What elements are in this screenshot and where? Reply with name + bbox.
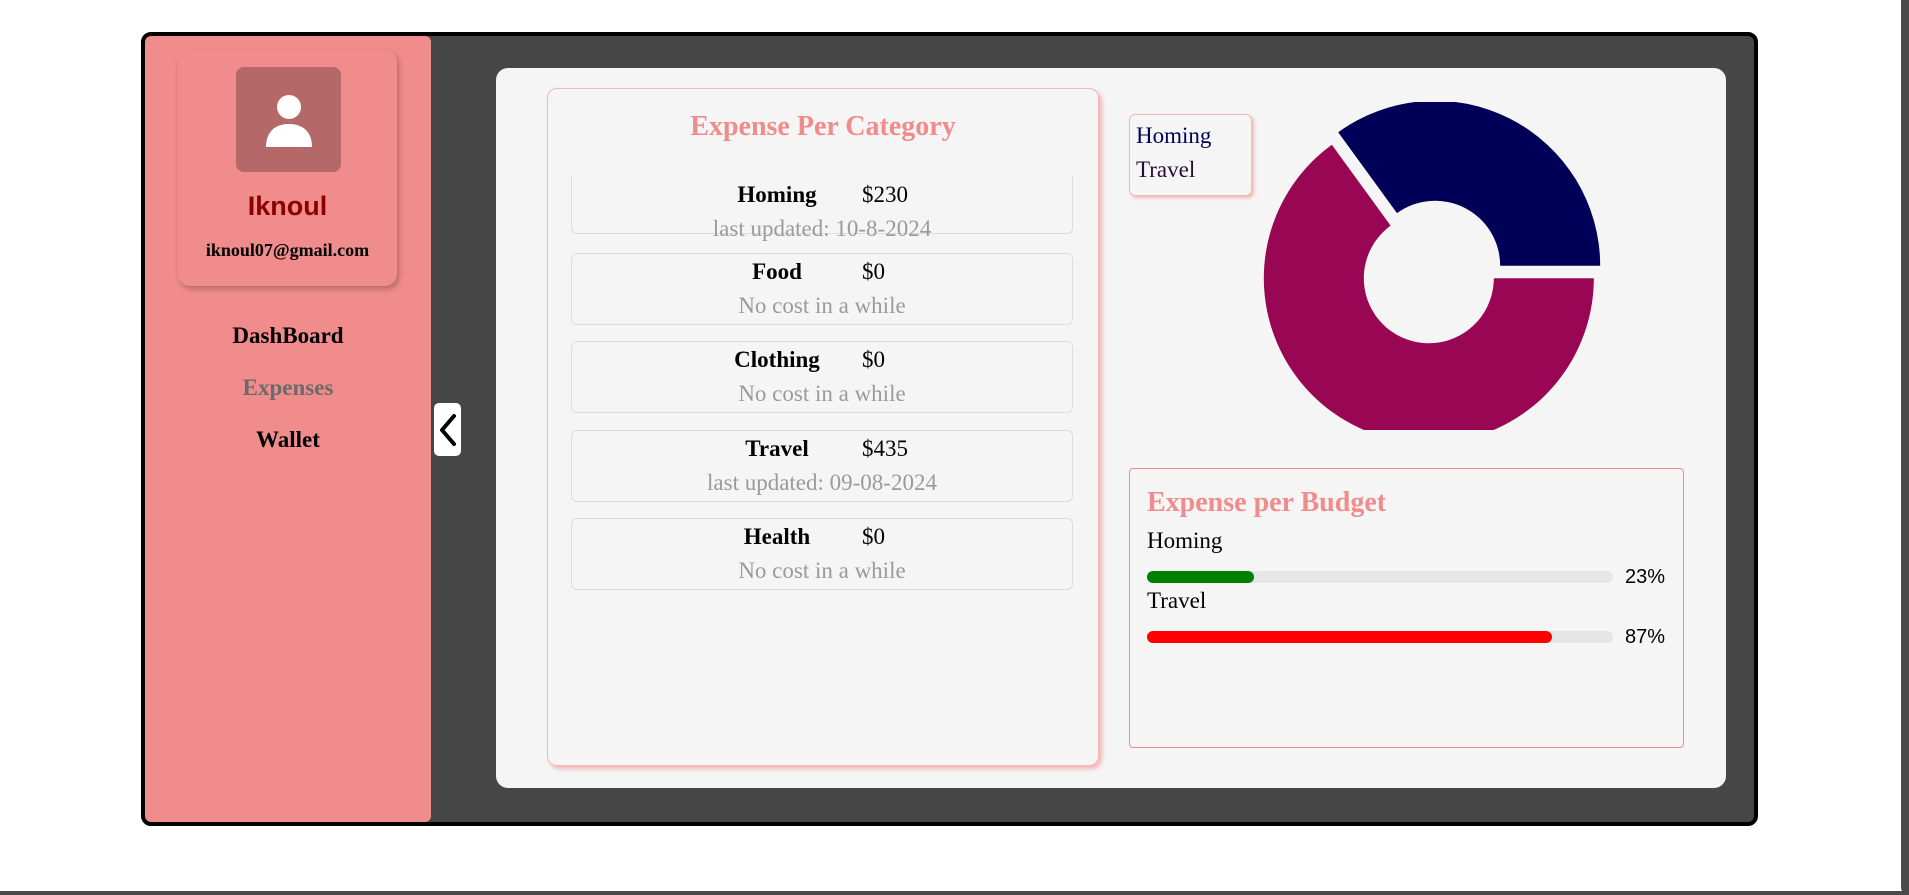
category-status: No cost in a while: [738, 381, 906, 406]
category-name: Clothing: [734, 347, 820, 372]
budget-label-homing: Homing: [1147, 528, 1223, 553]
legend-item-homing: Homing: [1136, 123, 1212, 148]
budget-progress-fill: [1147, 571, 1255, 583]
category-card-title: Expense Per Category: [690, 111, 956, 142]
category-item-health[interactable]: Health $0 No cost in a while: [571, 518, 1073, 590]
user-name: Iknoul: [247, 191, 328, 221]
category-status: No cost in a while: [738, 558, 906, 583]
chart-legend: Homing Travel: [1129, 114, 1252, 196]
legend-item-travel: Travel: [1136, 157, 1196, 182]
category-item-travel[interactable]: Travel $435 last updated: 09-08-2024: [571, 430, 1073, 502]
category-name: Homing: [737, 182, 817, 207]
category-item-food[interactable]: Food $0 No cost in a while: [571, 253, 1073, 325]
category-status: No cost in a while: [738, 293, 906, 318]
donut-slice-travel[interactable]: [1338, 102, 1601, 266]
category-name: Travel: [745, 436, 809, 461]
category-amount: $435: [862, 436, 908, 461]
budget-percent-travel: 87%: [1625, 626, 1666, 648]
category-list[interactable]: Homing $230 last updated: 10-8-2024 Food…: [571, 176, 1075, 601]
budget-percent-homing: 23%: [1625, 566, 1666, 588]
sidebar-toggle-button[interactable]: [434, 403, 461, 456]
nav-item-wallet[interactable]: Wallet: [145, 414, 431, 466]
user-icon: [265, 94, 312, 147]
category-name: Food: [752, 259, 802, 284]
app-frame: Iknoul iknoul07@gmail.com DashBoard Expe…: [141, 32, 1758, 826]
sidebar-nav: DashBoard Expenses Wallet: [145, 310, 431, 466]
profile-card: Iknoul iknoul07@gmail.com: [178, 50, 397, 286]
category-name: Health: [743, 524, 811, 549]
category-item-homing[interactable]: Homing $230 last updated: 10-8-2024: [571, 176, 1073, 241]
budget-card-title: Expense per Budget: [1147, 487, 1387, 518]
nav-item-expenses[interactable]: Expenses: [145, 362, 431, 414]
category-amount: $230: [862, 182, 908, 207]
expense-donut-chart: [1263, 102, 1601, 430]
nav-item-dashboard[interactable]: DashBoard: [145, 310, 431, 362]
category-amount: $0: [862, 347, 885, 372]
category-item-clothing[interactable]: Clothing $0 No cost in a while: [571, 341, 1073, 413]
budget-progress-fill: [1147, 631, 1553, 643]
budget-label-travel: Travel: [1147, 588, 1207, 613]
expense-per-category-card: Expense Per Category Homing $230 last up…: [547, 88, 1099, 766]
page-edge: [1901, 0, 1909, 895]
expense-per-budget-card: Expense per Budget Homing 23% Travel 87%: [1129, 468, 1684, 748]
category-status: last updated: 10-8-2024: [712, 216, 932, 241]
budget-progress-homing: [1147, 571, 1613, 583]
category-status: last updated: 09-08-2024: [707, 470, 937, 495]
chevron-left-icon: [439, 413, 456, 446]
user-email: iknoul07@gmail.com: [205, 240, 370, 260]
category-amount: $0: [862, 524, 885, 549]
category-amount: $0: [862, 259, 885, 284]
budget-progress-travel: [1147, 631, 1613, 643]
sidebar: Iknoul iknoul07@gmail.com DashBoard Expe…: [145, 36, 431, 822]
page-edge-bottom: [0, 891, 1909, 895]
avatar: [236, 67, 341, 172]
main-panel: Expense Per Category Homing $230 last up…: [496, 68, 1726, 788]
